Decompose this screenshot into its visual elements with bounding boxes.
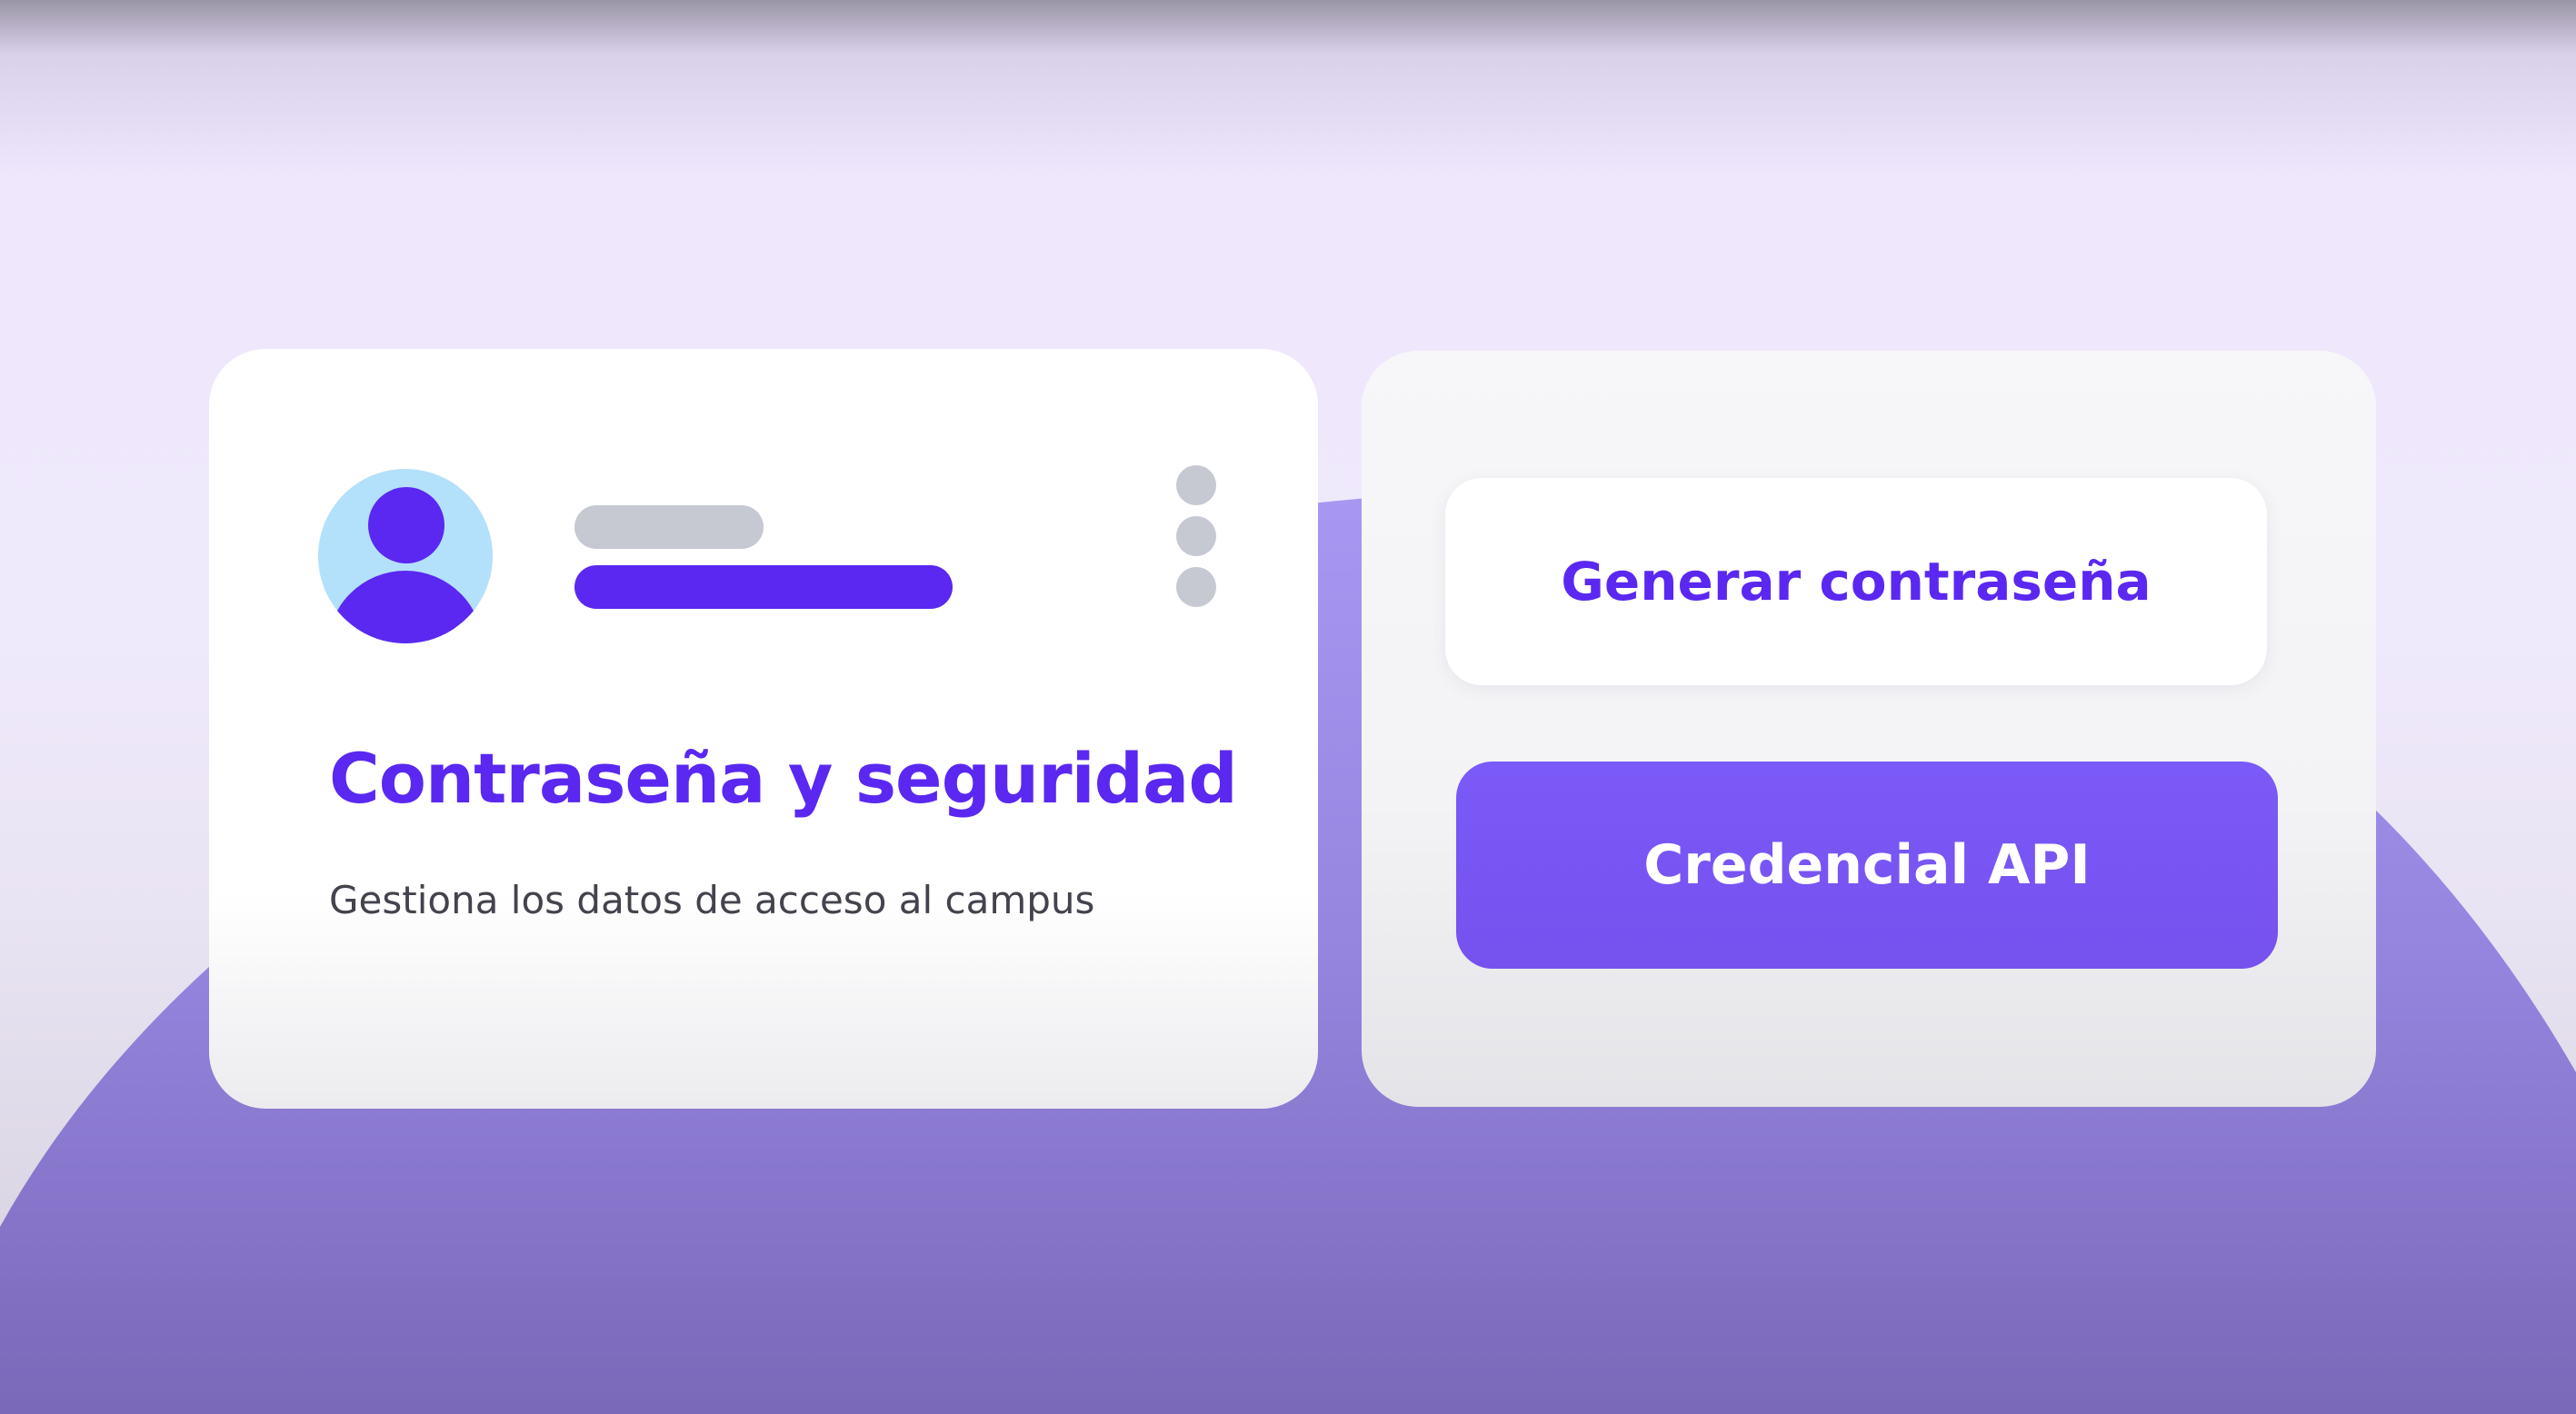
api-credential-button[interactable]: Credencial API — [1456, 762, 2278, 969]
name-placeholder-bar — [574, 505, 764, 549]
card-title: Contraseña y seguridad — [329, 738, 1238, 819]
more-vertical-icon[interactable] — [1176, 465, 1216, 611]
generate-password-button[interactable]: Generar contraseña — [1445, 478, 2267, 685]
detail-placeholder-bar — [574, 565, 953, 609]
avatar-body — [327, 571, 484, 643]
scene: Contraseña y seguridad Gestiona los dato… — [0, 0, 2576, 1414]
user-avatar-icon — [318, 469, 493, 643]
menu-dot — [1176, 465, 1216, 505]
avatar-head — [368, 487, 444, 563]
card-subtitle: Gestiona los datos de acceso al campus — [329, 878, 1095, 922]
actions-panel: Generar contraseña Credencial API — [1362, 351, 2376, 1107]
menu-dot — [1176, 516, 1216, 556]
menu-dot — [1176, 567, 1216, 607]
password-security-card[interactable]: Contraseña y seguridad Gestiona los dato… — [209, 349, 1318, 1109]
